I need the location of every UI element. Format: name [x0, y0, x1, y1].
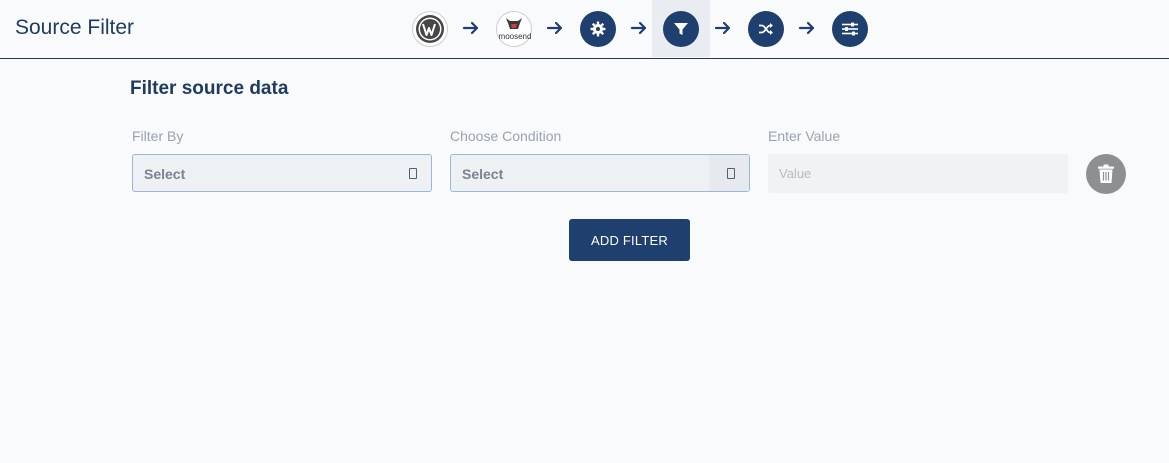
top-bar: Source Filter moosend: [0, 0, 1169, 59]
dropdown-icon: [409, 168, 417, 179]
moosend-logo: moosend: [498, 32, 532, 41]
arrow-right-icon: [546, 21, 563, 35]
arrow-right-icon: [798, 21, 815, 35]
sliders-icon: [842, 22, 858, 36]
arrow-right-icon: [714, 21, 731, 35]
step-settings[interactable]: [580, 11, 616, 47]
wordpress-icon: [416, 15, 444, 43]
value-label: Enter Value: [768, 128, 841, 144]
condition-label: Choose Condition: [450, 128, 562, 144]
trash-icon: [1098, 164, 1114, 183]
step-navigation: moosend: [0, 0, 1169, 58]
gear-icon: [590, 21, 606, 37]
condition-value: Select: [462, 166, 504, 182]
filter-by-value: Select: [144, 166, 186, 182]
step-mapping[interactable]: [748, 11, 784, 47]
filter-icon: [674, 23, 688, 35]
value-input[interactable]: [768, 154, 1068, 193]
step-moosend[interactable]: moosend: [496, 11, 532, 47]
shuffle-icon: [759, 23, 773, 35]
step-filter[interactable]: [663, 11, 699, 47]
step-wordpress[interactable]: [412, 11, 448, 47]
arrow-right-icon: [630, 21, 647, 35]
moosend-logo-icon: [506, 18, 522, 29]
delete-filter-button[interactable]: [1086, 154, 1126, 194]
filter-by-label: Filter By: [132, 128, 184, 144]
add-filter-button[interactable]: ADD FILTER: [569, 219, 690, 261]
section-title: Filter source data: [130, 78, 289, 99]
condition-select[interactable]: Select: [450, 154, 750, 192]
dropdown-icon: [727, 168, 735, 179]
step-options[interactable]: [832, 11, 868, 47]
arrow-right-icon: [462, 21, 479, 35]
filter-by-select[interactable]: Select: [132, 154, 432, 192]
